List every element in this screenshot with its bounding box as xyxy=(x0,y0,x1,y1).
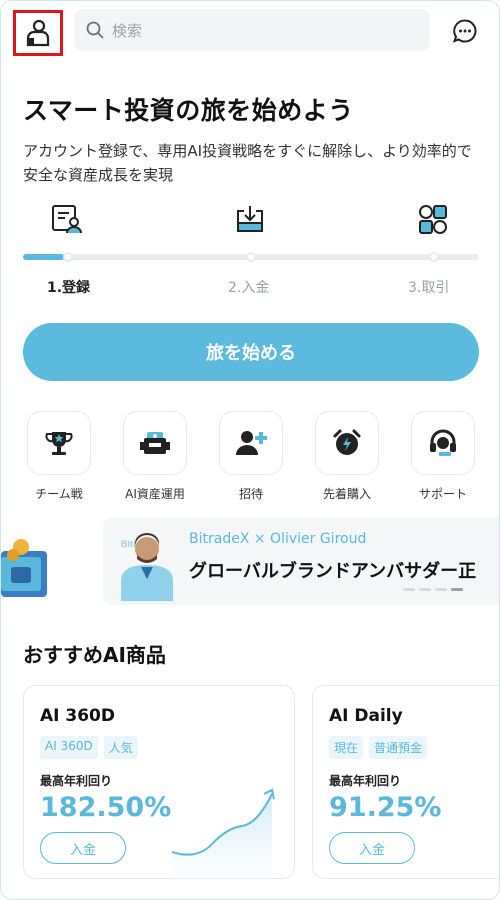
quick-action-tile[interactable] xyxy=(27,411,91,475)
product-name: AI 360D xyxy=(40,706,115,726)
trade-icon xyxy=(415,201,451,237)
chat-bubble-icon xyxy=(452,19,477,43)
start-journey-button[interactable]: 旅を始める xyxy=(23,323,479,381)
product-card-ai-360d[interactable]: AI 360D AI 360D 人気 最高年利回り 182.50% 入金 xyxy=(23,685,295,879)
search-icon xyxy=(86,21,104,39)
quick-action-tile[interactable] xyxy=(411,411,475,475)
recommended-section-title: おすすめAI商品 xyxy=(23,643,166,667)
app-frame: 検索 スマート投資の旅を始めよう アカウント登録で、専用AI投資戦略をすぐに解除… xyxy=(0,0,500,900)
invite-user-icon xyxy=(236,431,267,455)
product-tag: 普通預金 xyxy=(369,736,428,759)
banner-pagination xyxy=(403,588,463,591)
promo-banner[interactable]: BitradeX BitradeX × Olivier Giroud グローバル… xyxy=(103,517,499,605)
steps-icons xyxy=(1,201,499,241)
banner-page-dot[interactable] xyxy=(451,588,463,591)
steps-progress-fill xyxy=(23,254,65,260)
product-name: AI Daily xyxy=(329,706,403,726)
step-dot-1 xyxy=(63,252,73,262)
product-tags: AI 360D 人気 xyxy=(40,736,138,759)
quick-action-label: AI資産運用 xyxy=(125,487,185,501)
quick-action-tile[interactable] xyxy=(315,411,379,475)
quick-action-support[interactable]: サポート xyxy=(410,411,476,502)
quick-action-first-come[interactable]: 先着購入 xyxy=(314,411,380,502)
product-tags: 現在 普通預金 xyxy=(329,736,428,759)
step-label-deposit: 2.入金 xyxy=(228,280,270,296)
hero-subtitle: アカウント登録で、専用AI投資戦略をすぐに解除し、より効率的で安全な資産成長を実… xyxy=(23,142,472,184)
quick-action-label: 先着購入 xyxy=(322,487,371,501)
deposit-button[interactable]: 入金 xyxy=(329,832,415,864)
banner-title: グローバルブランドアンバサダー正 xyxy=(189,561,477,582)
quick-action-invite[interactable]: 招待 xyxy=(218,411,284,502)
search-placeholder: 検索 xyxy=(112,21,143,40)
quick-action-label: サポート xyxy=(418,487,467,501)
deposit-button[interactable]: 入金 xyxy=(40,832,126,864)
yield-rate: 91.25% xyxy=(329,792,442,823)
step-dot-3 xyxy=(429,252,439,262)
step-label-register: 1.登録 xyxy=(47,280,91,296)
steps-progress-track xyxy=(23,252,479,262)
robot-icon xyxy=(140,432,170,454)
product-tag: 人気 xyxy=(103,736,138,759)
quick-action-label: チーム戦 xyxy=(35,487,83,501)
top-header: 検索 xyxy=(1,9,499,56)
quick-action-team-battle[interactable]: チーム戦 xyxy=(26,411,92,502)
ambassador-photo: BitradeX xyxy=(121,533,173,601)
quick-action-label: 招待 xyxy=(238,487,263,501)
banner-previous-slide[interactable] xyxy=(1,517,61,605)
product-card-ai-daily[interactable]: AI Daily 現在 普通預金 最高年利回り 91.25% 入金 xyxy=(312,685,499,879)
banner-page-dot[interactable] xyxy=(403,588,415,591)
quick-action-tile[interactable] xyxy=(219,411,283,475)
user-icon xyxy=(26,19,50,47)
register-icon xyxy=(49,201,85,237)
support-headset-icon xyxy=(430,429,456,456)
hero-title: スマート投資の旅を始めよう xyxy=(23,96,354,125)
step-dot-2 xyxy=(246,252,256,262)
trend-sparkline-icon xyxy=(172,788,275,878)
search-bar[interactable]: 検索 xyxy=(74,9,430,51)
trophy-icon xyxy=(45,432,73,455)
banner-subtitle: BitradeX × Olivier Giroud xyxy=(189,531,367,547)
banner-page-dot[interactable] xyxy=(419,588,431,591)
yield-rate: 182.50% xyxy=(40,792,172,823)
alarm-clock-icon xyxy=(333,429,361,455)
yield-label: 最高年利回り xyxy=(329,774,402,788)
banner-page-dot[interactable] xyxy=(435,588,447,591)
product-tag: 現在 xyxy=(329,736,364,759)
chat-button[interactable] xyxy=(449,15,481,47)
product-tag: AI 360D xyxy=(40,736,98,759)
coin-wallet-icon xyxy=(1,539,47,597)
deposit-icon xyxy=(232,201,268,237)
quick-action-ai-asset[interactable]: AI資産運用 xyxy=(122,411,188,502)
profile-button[interactable] xyxy=(13,10,63,56)
step-label-trade: 3.取引 xyxy=(408,280,450,296)
yield-label: 最高年利回り xyxy=(40,774,113,788)
quick-action-tile[interactable] xyxy=(123,411,187,475)
